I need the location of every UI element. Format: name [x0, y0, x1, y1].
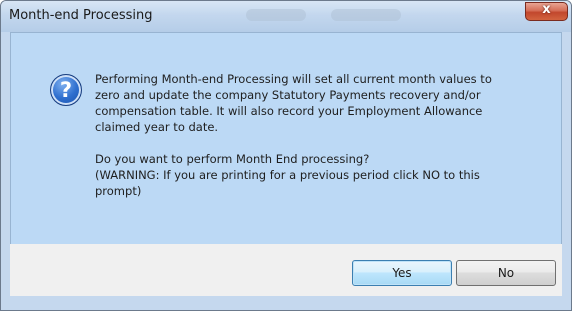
message-line: (WARNING: If you are printing for a prev… — [95, 168, 480, 182]
message-line: claimed year to date. — [95, 120, 219, 134]
title-bar-background-blur — [331, 9, 401, 21]
month-end-processing-dialog: Month-end Processing x ? Performing Mont… — [0, 0, 572, 311]
no-button[interactable]: No — [456, 260, 556, 286]
button-bar: Yes No — [10, 244, 562, 296]
message-line: Performing Month-end Processing will set… — [95, 72, 492, 86]
question-icon: ? — [50, 74, 82, 106]
close-button[interactable]: x — [525, 2, 568, 21]
title-bar-background-blur — [246, 9, 306, 21]
message-line: compensation table. It will also record … — [95, 104, 483, 118]
dialog-message: Performing Month-end Processing will set… — [95, 71, 545, 199]
message-line: Do you want to perform Month End process… — [95, 152, 370, 166]
title-bar[interactable]: Month-end Processing x — [1, 1, 571, 32]
yes-button[interactable]: Yes — [352, 260, 452, 286]
message-line: zero and update the company Statutory Pa… — [95, 88, 481, 102]
dialog-title: Month-end Processing — [9, 8, 153, 23]
message-line: prompt) — [95, 184, 142, 198]
close-icon: x — [542, 2, 551, 17]
